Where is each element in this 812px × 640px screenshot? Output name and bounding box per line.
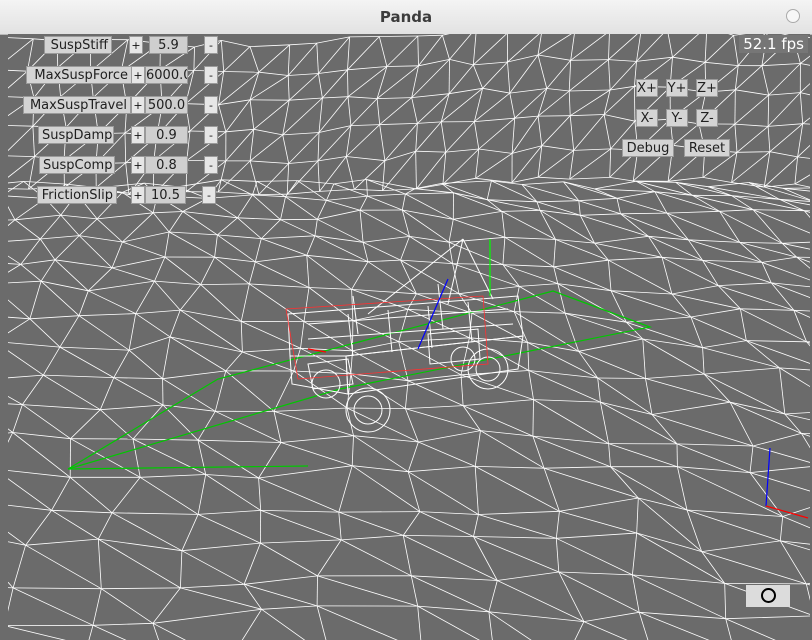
z-plus-button[interactable]: Z+ [696, 79, 718, 97]
control-value[interactable]: 500.0 [145, 96, 188, 114]
control-value[interactable]: 6000.0 [145, 66, 188, 84]
circle-icon [761, 588, 776, 603]
control-value[interactable]: 0.9 [145, 126, 188, 144]
close-button[interactable] [786, 9, 800, 23]
terrain-ridge-wireframe [8, 34, 810, 196]
x-plus-button[interactable]: X+ [636, 79, 658, 97]
debug-button[interactable]: Debug [622, 139, 674, 157]
window-title: Panda [379, 8, 433, 26]
control-label: MaxSuspForce [26, 66, 132, 84]
control-label: SuspComp [39, 156, 115, 174]
control-label: SuspStiff [44, 36, 112, 54]
bbox-edge [67, 465, 309, 470]
z-minus-button[interactable]: Z- [696, 109, 718, 127]
increase-button[interactable]: + [131, 66, 145, 84]
decrease-button[interactable]: - [204, 156, 218, 174]
control-label: SuspDamp [38, 126, 114, 144]
control-value[interactable]: 5.9 [149, 36, 188, 54]
frame-indicator [746, 585, 790, 607]
control-value[interactable]: 10.5 [145, 186, 186, 204]
increase-button[interactable]: + [131, 126, 145, 144]
control-label: FrictionSlip [37, 186, 117, 204]
decrease-button[interactable]: - [202, 186, 216, 204]
app-window: Panda 52.1 fps SuspStiff + 5.9 - MaxSusp… [0, 0, 812, 640]
origin-axes [765, 447, 809, 519]
x-minus-button[interactable]: X- [636, 109, 658, 127]
y-minus-button[interactable]: Y- [666, 109, 688, 127]
3d-viewport[interactable]: 52.1 fps SuspStiff +5.9- MaxSuspForce +6000… [8, 34, 810, 640]
ground-bounding-box [67, 290, 653, 470]
increase-button[interactable]: + [131, 186, 145, 204]
reset-button[interactable]: Reset [684, 139, 730, 157]
title-bar[interactable]: Panda [0, 0, 812, 35]
increase-button[interactable]: + [129, 36, 143, 54]
control-label: MaxSuspTravel [23, 96, 131, 114]
terrain-wireframe [8, 179, 810, 640]
increase-button[interactable]: + [131, 96, 145, 114]
fps-counter: 52.1 fps [739, 35, 808, 53]
increase-button[interactable]: + [131, 156, 145, 174]
wireframe-scene[interactable] [8, 34, 810, 640]
y-plus-button[interactable]: Y+ [666, 79, 688, 97]
decrease-button[interactable]: - [204, 126, 218, 144]
decrease-button[interactable]: - [204, 66, 218, 84]
decrease-button[interactable]: - [204, 96, 218, 114]
control-value[interactable]: 0.8 [145, 156, 188, 174]
decrease-button[interactable]: - [204, 36, 218, 54]
